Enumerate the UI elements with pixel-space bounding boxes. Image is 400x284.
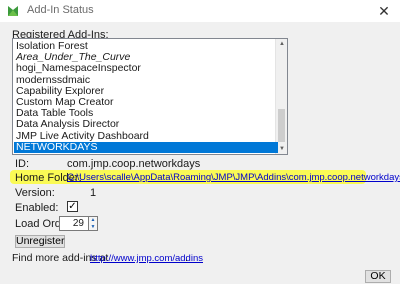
unregister-button[interactable]: Unregister: [15, 235, 65, 248]
addin-list-item[interactable]: JMP Live Activity Dashboard: [14, 130, 278, 142]
scroll-thumb[interactable]: [278, 109, 285, 142]
close-icon[interactable]: ✕: [370, 1, 398, 21]
find-more-period: .: [185, 252, 188, 264]
addin-list-item[interactable]: Data Analysis Director: [14, 119, 278, 130]
addins-listbox[interactable]: ▲ ▼ Isolation Forest Area_Under_The_Curve…: [12, 38, 288, 155]
version-label: Version:: [15, 187, 55, 199]
load-order-spinner[interactable]: ▲ ▼: [89, 216, 98, 231]
id-value: com.jmp.coop.networkdays: [67, 158, 201, 170]
version-value: 1: [90, 187, 97, 199]
jmp-app-icon: [8, 6, 18, 16]
enabled-label: Enabled:: [15, 202, 59, 214]
home-folder-link[interactable]: C:\Users\scalle\AppData\Roaming\JMP\JMP\…: [67, 172, 400, 183]
addin-list-item[interactable]: hogi_NamespaceInspector: [14, 63, 278, 74]
addin-list-item[interactable]: modernssdmaic: [14, 74, 278, 86]
id-label: ID:: [15, 158, 30, 170]
title-bar: Add-In Status ✕: [0, 0, 400, 22]
enabled-checkbox[interactable]: ✓: [67, 201, 78, 212]
spin-up-icon[interactable]: ▲: [89, 217, 97, 223]
ok-button[interactable]: OK: [365, 270, 391, 283]
load-order-input[interactable]: 29: [59, 216, 89, 231]
spin-down-icon[interactable]: ▼: [89, 224, 97, 230]
window-title: Add-In Status: [27, 4, 94, 16]
addin-list-item[interactable]: NETWORKDAYS: [14, 141, 278, 153]
